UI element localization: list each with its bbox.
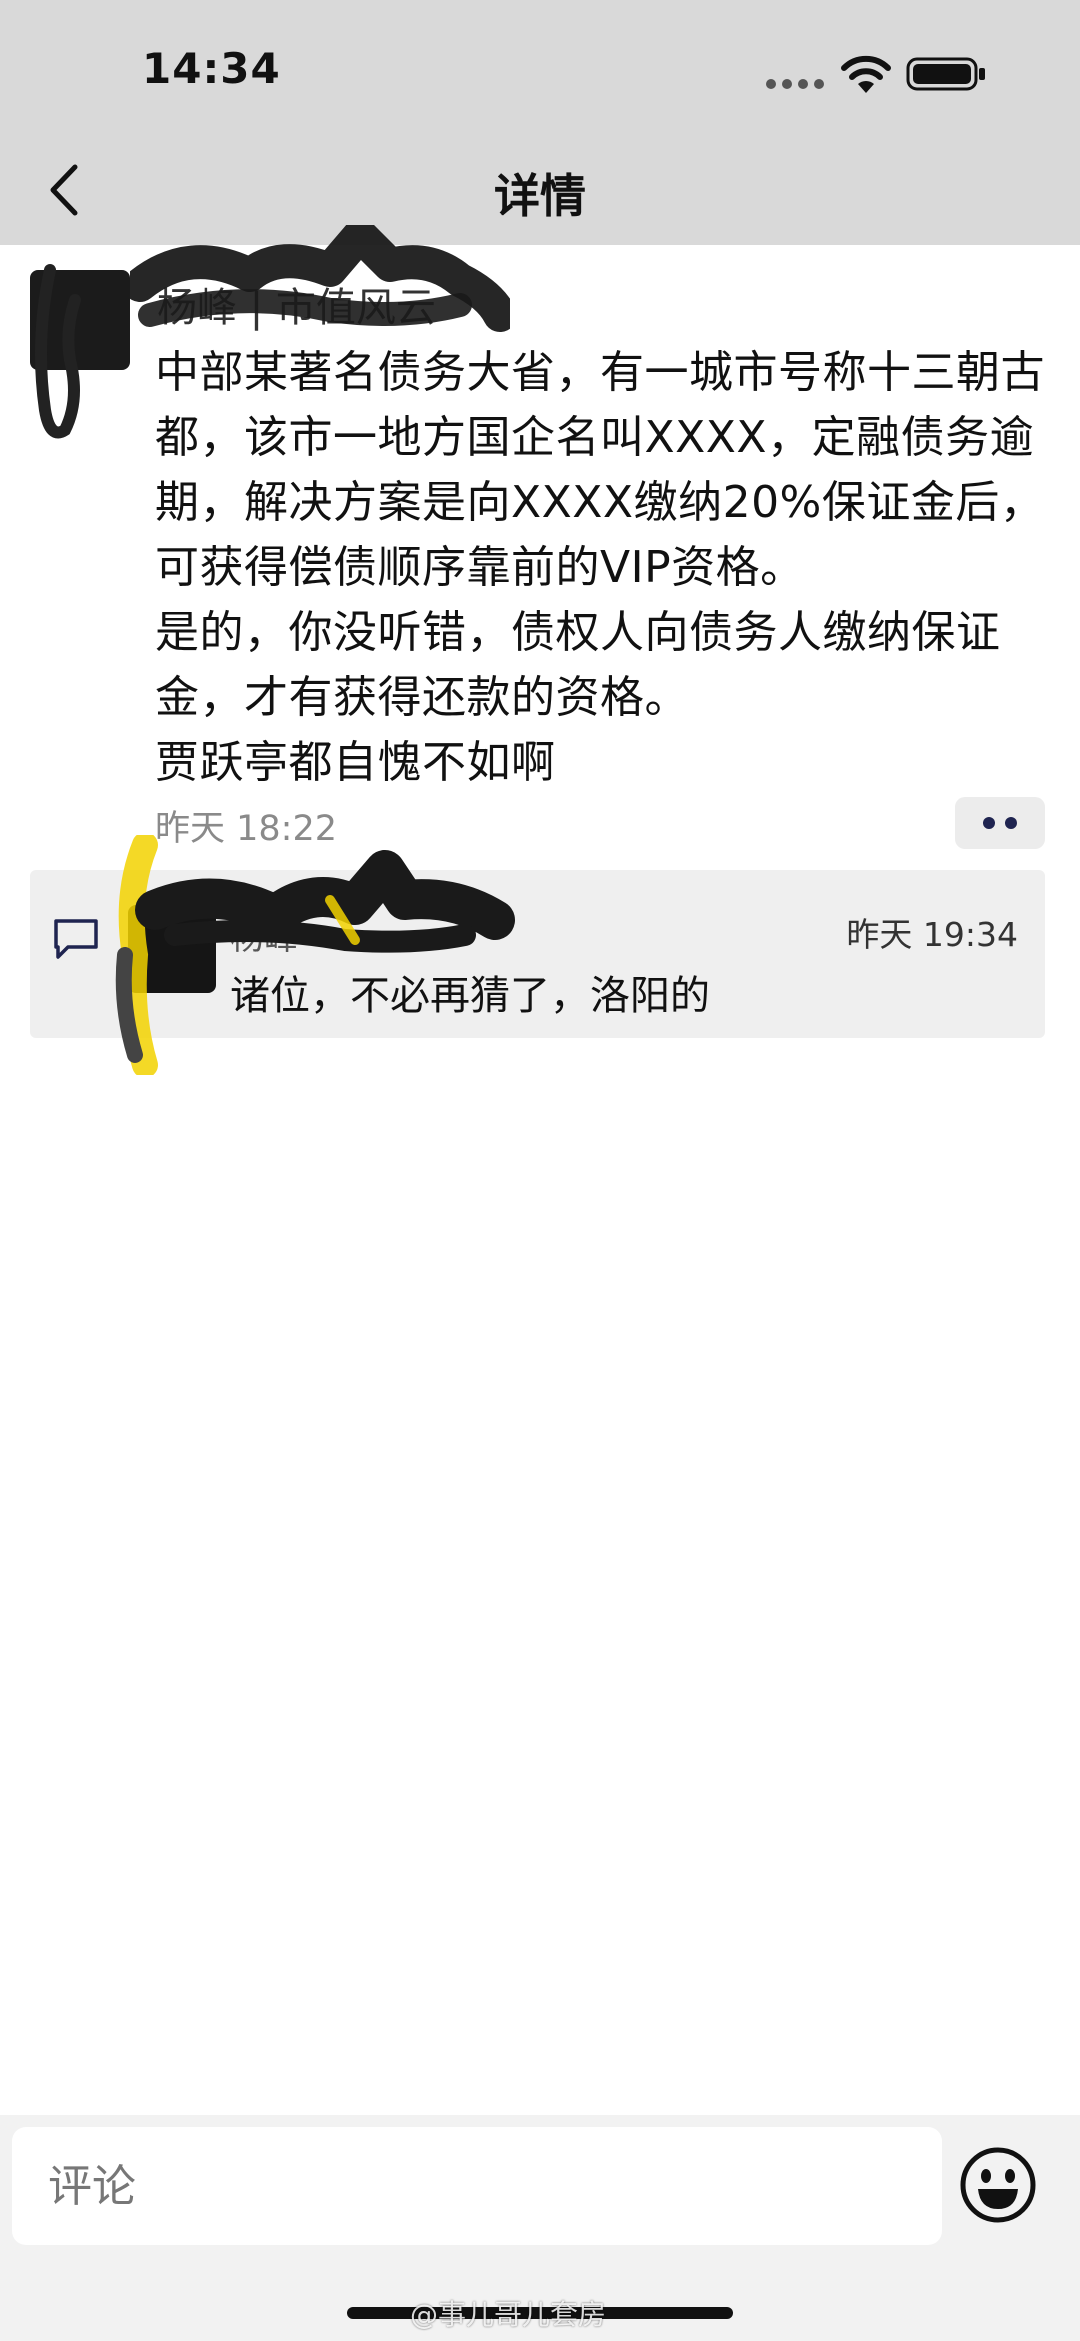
more-icon [1005, 817, 1017, 829]
comment-timestamp: 昨天 19:34 [846, 915, 1018, 954]
wifi-icon [841, 55, 891, 93]
more-options-button[interactable] [955, 797, 1045, 849]
more-icon [983, 817, 995, 829]
page-title: 详情 [494, 169, 586, 223]
comment-redaction-scribble [115, 835, 515, 1075]
post-paragraph: 中部某著名债务大省，有一城市号称十三朝古都，该市一地方国企名叫XXXX，定融债务… [155, 347, 1045, 593]
post-content: 中部某著名债务大省，有一城市号称十三朝古都，该市一地方国企名叫XXXX，定融债务… [155, 340, 1055, 795]
comment-icon[interactable] [52, 917, 100, 961]
avatar-redaction-scribble [35, 264, 81, 439]
comment-input[interactable] [12, 2127, 942, 2245]
signal-icon [766, 79, 824, 89]
battery-icon [906, 57, 985, 91]
comment-text: 诸位，不必再猜了，洛阳的 [230, 973, 710, 1019]
name-redaction-scribble [130, 225, 510, 332]
post-paragraph: 贾跃亭都自愧不如啊 [155, 737, 556, 788]
status-time: 14:34 [142, 44, 281, 93]
post-paragraph: 是的，你没听错，债权人向债务人缴纳保证金，才有获得还款的资格。 [155, 607, 1001, 723]
watermark: @事儿哥儿套房 [410, 2298, 607, 2331]
emoji-icon[interactable] [958, 2145, 1038, 2225]
status-bar: 14:34 [0, 0, 1080, 140]
